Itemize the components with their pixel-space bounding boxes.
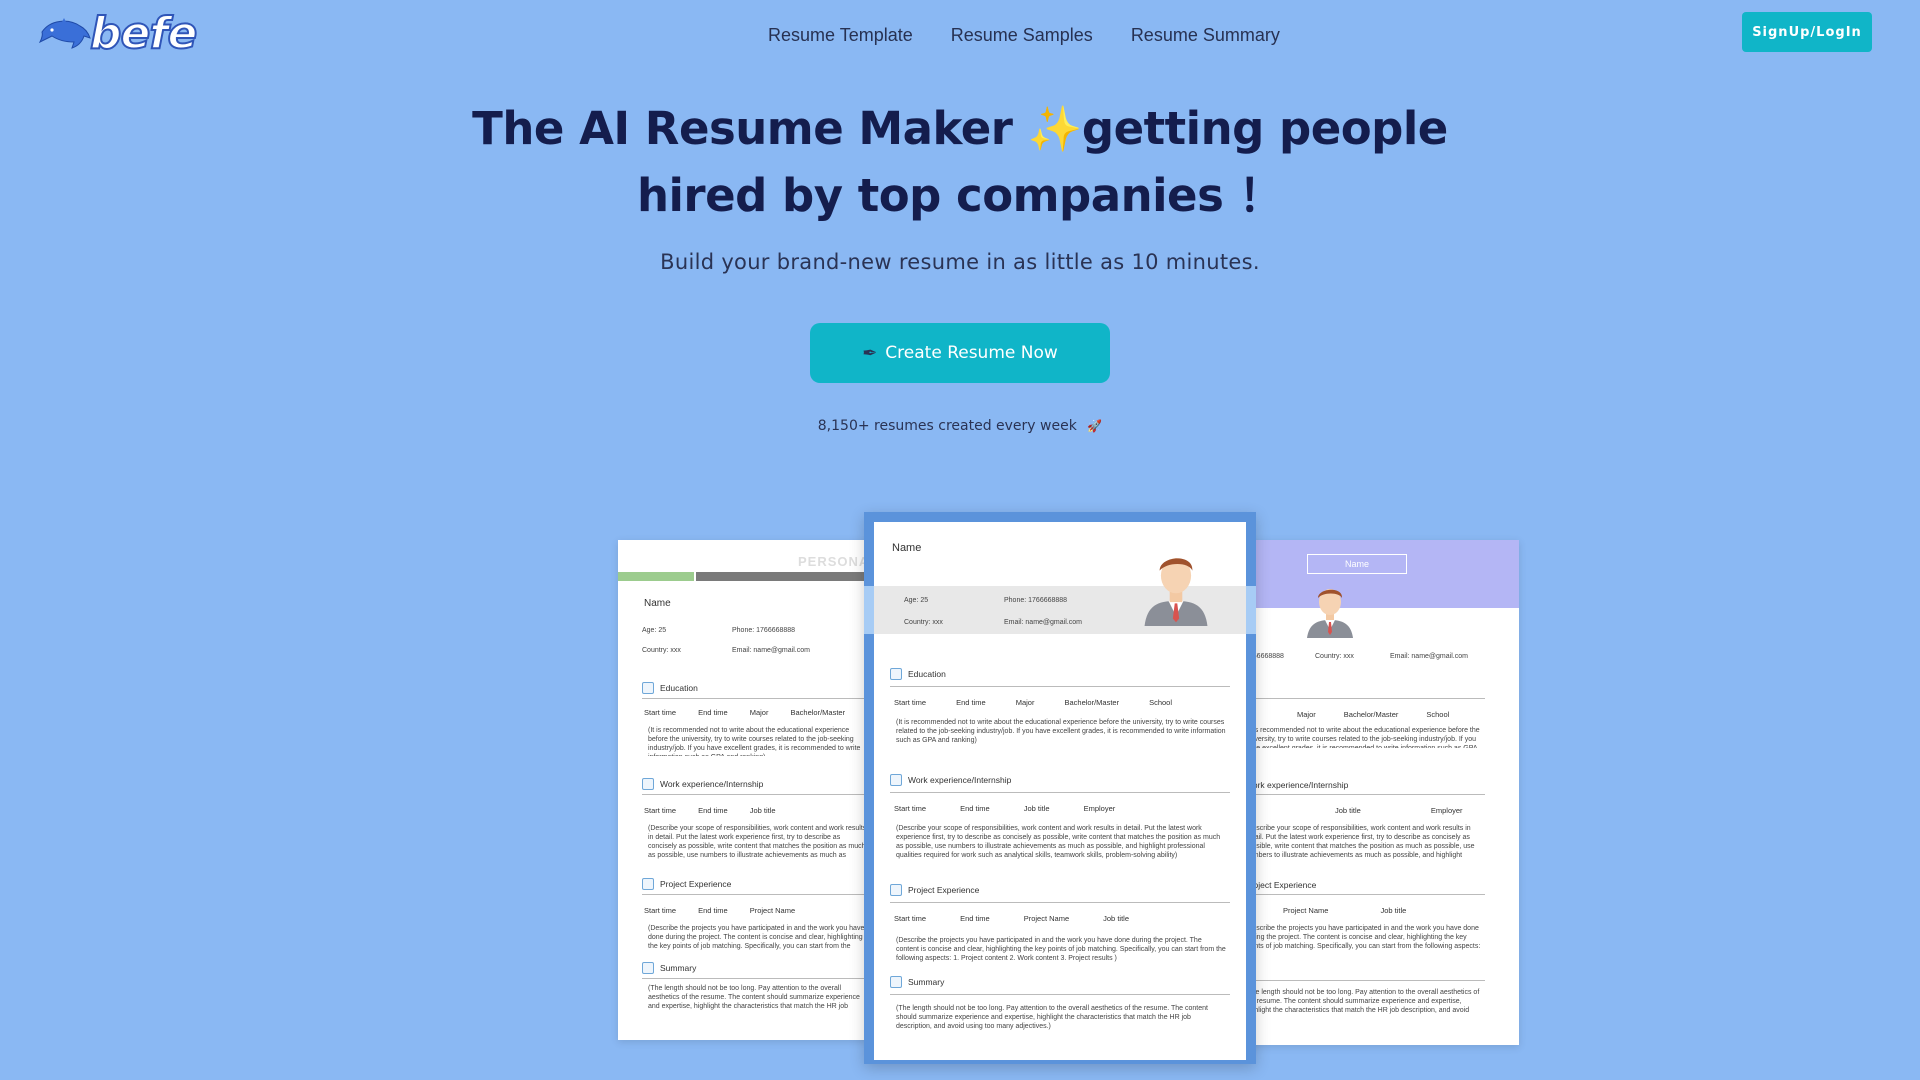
phone-label: Phone: — [732, 627, 755, 634]
section-project: Project Experience — [642, 878, 731, 890]
work-note: (Describe your scope of responsibilities… — [648, 825, 867, 859]
divider — [1245, 894, 1485, 895]
header: befe Resume Template Resume Samples Resu… — [0, 0, 1920, 70]
hero-title-part-1: The AI Resume Maker — [472, 102, 1028, 155]
resume-template-center[interactable]: Name Age: 25 Phone: 1766668888 Country: … — [874, 522, 1246, 1060]
pen-icon: ✒ — [862, 342, 878, 364]
section-summary: Summary — [642, 962, 696, 974]
resume-count-text: 8,150+ resumes created every week — [817, 418, 1077, 434]
resume-template-left[interactable]: PERSONAL Name Age: 25 Phone: 1766668888 … — [618, 540, 868, 1040]
education-row: Start time End time Major Bachelor/Master — [644, 708, 846, 717]
sparkle-icon: ✨ — [1027, 104, 1083, 155]
education-note: (It is recommended not to write about th… — [1245, 727, 1480, 748]
rocket-icon: 🚀 — [1087, 419, 1103, 433]
divider — [1245, 794, 1485, 795]
work-note: (Describe your scope of responsibilities… — [1245, 825, 1475, 859]
education-icon — [890, 668, 902, 680]
education-note: (It is recommended not to write about th… — [896, 719, 1226, 744]
hero-title-line-2: hired by top companies ！ — [636, 169, 1284, 222]
section-work: Work experience/Internship — [1245, 780, 1349, 790]
avatar-icon — [1307, 589, 1353, 638]
work-row: Start time End time Job title — [644, 806, 776, 815]
hero-title: The AI Resume Maker ✨getting people hire… — [400, 96, 1520, 229]
signup-login-button[interactable]: SignUp/LogIn — [1742, 12, 1872, 52]
divider — [642, 978, 868, 979]
hero-title-part-2: getting people — [1081, 102, 1448, 155]
nav-resume-samples[interactable]: Resume Samples — [951, 20, 1093, 50]
header-band — [1245, 540, 1519, 608]
project-note: (Describe the projects you have particip… — [896, 937, 1226, 962]
create-resume-button[interactable]: ✒ Create Resume Now — [810, 323, 1110, 383]
divider — [1245, 698, 1485, 699]
resume-name: Name — [644, 598, 671, 609]
divider — [642, 894, 868, 895]
divider — [642, 698, 868, 699]
logo-text: befe — [89, 8, 198, 59]
project-note: (Describe the projects you have particip… — [1245, 925, 1481, 950]
summary-icon — [890, 976, 902, 988]
nav-resume-template[interactable]: Resume Template — [768, 20, 913, 50]
divider — [890, 792, 1230, 793]
summary-note: (The length should not be too long. Pay … — [1245, 989, 1480, 1014]
section-project: Project Experience — [890, 884, 979, 896]
nav-resume-summary[interactable]: Resume Summary — [1131, 20, 1280, 50]
project-row: Start time End time Project Name — [644, 906, 796, 915]
dolphin-icon — [38, 18, 91, 49]
divider — [890, 686, 1230, 687]
main-nav: Resume Template Resume Samples Resume Su… — [768, 20, 1280, 50]
divider — [1245, 980, 1485, 981]
create-resume-label: Create Resume Now — [885, 343, 1058, 363]
divider — [890, 994, 1230, 995]
project-row: Project Name Job title — [1283, 906, 1407, 915]
education-row: Major Bachelor/Master School — [1297, 710, 1450, 719]
resume-template-right[interactable]: Name 1766668888 Country: xxx Email: name… — [1245, 540, 1519, 1045]
logo[interactable]: befe — [38, 8, 198, 60]
education-icon — [642, 682, 654, 694]
email-label: Email: — [732, 647, 752, 654]
country-value: xxx — [670, 647, 681, 654]
summary-note: (The length should not be too long. Pay … — [648, 985, 860, 1010]
section-work: Work experience/Internship — [890, 774, 1011, 786]
project-row: Start time End time Project Name Job title — [894, 914, 1129, 923]
email-value: name@gmail.com — [753, 647, 810, 654]
personal-watermark: PERSONAL — [798, 554, 868, 569]
phone-value: 1766668888 — [756, 627, 796, 634]
education-row: Start time End time Major Bachelor/Master Sc… — [894, 698, 1173, 707]
divider — [642, 794, 868, 795]
age-value: 25 — [658, 627, 667, 634]
section-education: Education — [642, 682, 698, 694]
avatar-icon — [1144, 558, 1208, 626]
work-icon — [642, 778, 654, 790]
work-note: (Describe your scope of responsibilities… — [896, 825, 1221, 859]
divider — [890, 902, 1230, 903]
section-summary: Summary — [890, 976, 944, 988]
project-icon — [890, 884, 902, 896]
work-row: Job title Employer — [1335, 806, 1463, 815]
country-label: Country: — [642, 647, 669, 654]
resume-count-stat: 8,150+ resumes created every week 🚀 — [760, 418, 1160, 434]
education-note: (It is recommended not to write about th… — [648, 727, 861, 756]
summary-note: (The length should not be too long. Pay … — [896, 1005, 1208, 1030]
header-bar-green — [618, 572, 694, 581]
age-label: Age: — [642, 627, 657, 634]
section-work: Work experience/Internship — [642, 778, 763, 790]
header-bar-grey — [696, 572, 868, 581]
project-note: (Describe the projects you have particip… — [648, 925, 865, 950]
project-icon — [642, 878, 654, 890]
resume-name: Name — [892, 542, 922, 554]
section-education: Education — [890, 668, 946, 680]
name-box: Name — [1307, 554, 1407, 574]
hero-subtitle: Build your brand-new resume in as little… — [660, 250, 1260, 274]
work-row: Start time End time Job title Employer — [894, 804, 1116, 813]
work-icon — [890, 774, 902, 786]
summary-icon — [642, 962, 654, 974]
